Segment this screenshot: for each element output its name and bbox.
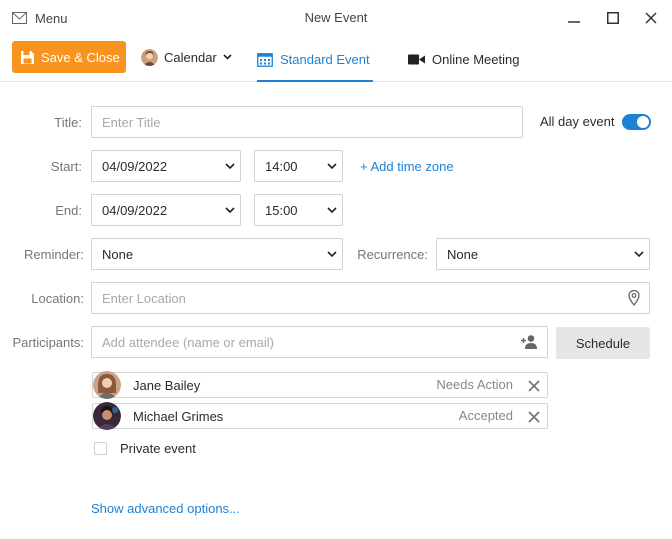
avatar (93, 402, 121, 430)
add-person-icon[interactable] (520, 334, 538, 349)
reminder-label: Reminder: (24, 247, 84, 262)
recurrence-select[interactable]: None (436, 238, 650, 270)
avatar (93, 371, 121, 399)
chevron-down-icon (223, 54, 232, 60)
attendee-name: Michael Grimes (133, 409, 224, 424)
chevron-down-icon (225, 163, 235, 170)
calendar-label: Calendar (164, 49, 217, 65)
recurrence-value: None (447, 246, 479, 262)
maximize-icon (607, 12, 619, 24)
maximize-button[interactable] (602, 8, 624, 28)
location-label: Location: (31, 291, 84, 306)
participants-input[interactable]: Add attendee (name or email) (91, 326, 548, 358)
all-day-toggle[interactable] (622, 114, 651, 130)
location-pin-icon[interactable] (628, 290, 640, 306)
chevron-down-icon (327, 251, 337, 258)
video-camera-icon (408, 54, 425, 64)
menu-button[interactable]: Menu (12, 8, 68, 28)
recurrence-label: Recurrence: (357, 247, 428, 262)
envelope-icon (12, 12, 27, 24)
save-close-button[interactable]: Save & Close (12, 41, 126, 73)
reminder-value: None (102, 246, 134, 262)
save-icon (21, 50, 34, 64)
all-day-label: All day event (540, 114, 615, 129)
attendee-name: Jane Bailey (133, 378, 201, 393)
calendar-selector[interactable]: Calendar (141, 47, 232, 67)
private-event-checkbox[interactable] (94, 442, 107, 455)
chevron-down-icon (225, 207, 235, 214)
participants-label: Participants: (12, 335, 84, 350)
tab-standard-event[interactable]: Standard Event (257, 36, 373, 82)
end-date-select[interactable]: 04/09/2022 (91, 194, 241, 226)
show-advanced-options-link[interactable]: Show advanced options... (91, 501, 240, 516)
attendee-status: Accepted (458, 408, 513, 423)
minimize-button[interactable] (563, 8, 585, 28)
tab-online-meeting-label: Online Meeting (432, 51, 520, 67)
start-date-value: 04/09/2022 (102, 158, 168, 174)
attendee-status: Needs Action (436, 377, 513, 392)
tab-online-meeting[interactable]: Online Meeting (408, 36, 524, 82)
start-time-select[interactable]: 14:00 (254, 150, 343, 182)
calendar-avatar (141, 48, 158, 66)
calendar-icon (257, 52, 273, 67)
tab-standard-event-label: Standard Event (280, 51, 370, 67)
location-input[interactable]: Enter Location (91, 282, 650, 314)
chevron-down-icon (327, 163, 337, 170)
menu-label: Menu (35, 10, 68, 26)
start-time-value: 14:00 (265, 158, 298, 174)
end-label: End: (55, 203, 82, 218)
add-time-zone-link[interactable]: + Add time zone (360, 159, 454, 174)
title-bar: Menu New Event (0, 0, 672, 36)
participants-placeholder: Add attendee (name or email) (102, 334, 274, 350)
location-placeholder: Enter Location (102, 290, 186, 306)
chevron-down-icon (327, 207, 337, 214)
end-time-value: 15:00 (265, 202, 298, 218)
attendee-row: Michael Grimes Accepted (92, 402, 548, 430)
close-icon (645, 12, 657, 24)
private-event-label: Private event (120, 441, 196, 456)
reminder-select[interactable]: None (91, 238, 343, 270)
remove-attendee-icon[interactable] (527, 410, 541, 424)
start-date-select[interactable]: 04/09/2022 (91, 150, 241, 182)
chevron-down-icon (634, 251, 644, 258)
schedule-button[interactable]: Schedule (556, 327, 650, 359)
save-close-label: Save & Close (41, 49, 120, 65)
toolbar: Save & Close Calendar Standard Event Onl… (0, 36, 672, 82)
close-window-button[interactable] (640, 8, 662, 28)
end-time-select[interactable]: 15:00 (254, 194, 343, 226)
attendee-row: Jane Bailey Needs Action (92, 371, 548, 399)
remove-attendee-icon[interactable] (527, 379, 541, 393)
title-label: Title: (54, 115, 82, 130)
start-label: Start: (50, 159, 82, 174)
title-input[interactable]: Enter Title (91, 106, 523, 138)
end-date-value: 04/09/2022 (102, 202, 168, 218)
minimize-icon (568, 21, 580, 23)
